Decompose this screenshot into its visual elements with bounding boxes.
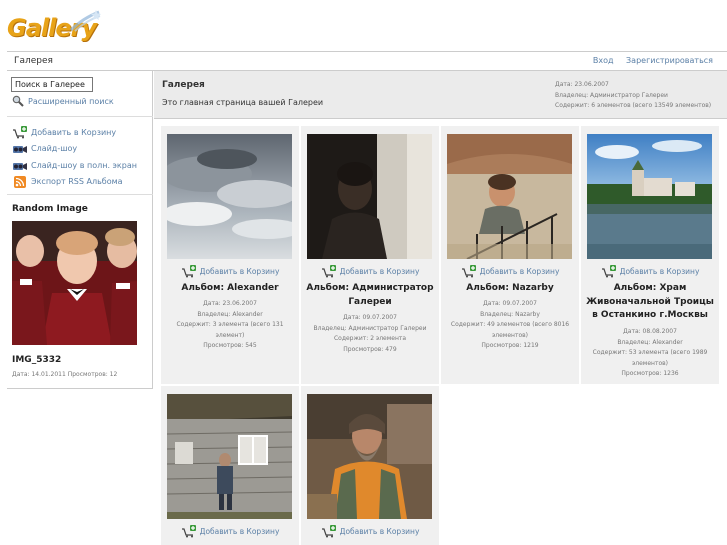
album-owner: Владелец: Администратор Галереи	[313, 324, 427, 332]
gallery-info: Дата: 23.06.2007 Владелец: Администратор…	[555, 80, 711, 112]
cart-add-icon	[461, 265, 476, 278]
advanced-search-label: Расширенный поиск	[28, 96, 114, 106]
album-contents: Содержит: 3 элемента (всего 131 элемент)	[176, 321, 284, 339]
album-card: Добавить в Корзину Альбом: Администратор…	[301, 126, 439, 384]
fullscreen-slideshow-icon	[12, 159, 28, 172]
gallery-description: Это главная страница вашей Галереи	[162, 98, 324, 107]
add-to-cart-link[interactable]: Добавить в Корзину	[161, 525, 299, 538]
random-image-meta: Дата: 14.01.2011 Просмотров: 12	[12, 371, 118, 378]
album-thumbnail[interactable]	[307, 134, 432, 259]
album-thumbnail[interactable]	[167, 134, 292, 259]
gallery-owner: Владелец: Администратор Галереи	[555, 91, 668, 99]
breadcrumb-current[interactable]: Галерея	[14, 56, 53, 66]
album-card: Добавить в Корзину Альбом: Храм Живонача…	[581, 126, 719, 384]
album-date: Дата: 08.08.2007	[623, 328, 677, 335]
album-views: Просмотров: 545	[203, 342, 257, 349]
album-views: Просмотров: 479	[343, 345, 397, 353]
album-thumbnail[interactable]	[587, 134, 712, 259]
album-title[interactable]: Альбом: Nazarby	[445, 282, 575, 296]
album-meta: Дата: 23.06.2007 Владелец: Alexander Сод…	[165, 299, 295, 352]
gallery-header: Галерея Это главная страница вашей Галер…	[154, 71, 727, 119]
auth-links: Вход Зарегистрироваться	[583, 56, 713, 65]
divider	[7, 194, 153, 195]
divider	[7, 116, 153, 117]
logo-sparkle-icon	[69, 10, 101, 32]
random-image-name[interactable]: IMG_5332	[12, 355, 61, 365]
add-to-cart-link[interactable]: Добавить в Корзину	[441, 265, 579, 278]
album-thumbnail[interactable]	[447, 134, 572, 259]
cart-add-icon	[321, 525, 336, 538]
album-contents: Содержит: 49 элементов (всего 8016 элеме…	[450, 321, 570, 339]
sidebar: Расширенный поиск Добавить в Корзину	[7, 71, 153, 389]
album-owner: Владелец: Alexander	[197, 310, 263, 318]
album-thumbnail[interactable]	[307, 394, 432, 519]
album-meta: Дата: 08.08.2007 Владелец: Alexander Сод…	[585, 327, 715, 380]
random-image-thumbnail[interactable]	[12, 221, 137, 345]
slideshow-icon	[12, 142, 28, 155]
advanced-search-link[interactable]: Расширенный поиск	[12, 95, 114, 107]
album-thumbnail[interactable]	[167, 394, 292, 519]
add-to-cart-label: Добавить в Корзину	[339, 267, 420, 276]
sidebar-menu: Добавить в Корзину Слайд-шоу Слайд-шоу в…	[12, 124, 137, 190]
add-to-cart-link[interactable]: Добавить в Корзину	[161, 265, 299, 278]
add-to-cart-link[interactable]: Добавить в Корзину	[301, 265, 439, 278]
magnifier-icon	[12, 95, 24, 107]
album-card: Добавить в Корзину	[301, 386, 439, 545]
sidebar-item-rss-export[interactable]: Экспорт RSS Альбома	[12, 174, 137, 191]
album-meta: Дата: 09.07.2007 Владелец: Nazarby Содер…	[445, 299, 575, 352]
album-owner: Владелец: Nazarby	[480, 310, 540, 318]
album-contents: Содержит: 2 элемента	[333, 335, 407, 342]
album-card: Добавить в Корзину	[161, 386, 299, 545]
sidebar-item-label: Добавить в Корзину	[31, 127, 117, 137]
page-title: Галерея	[162, 80, 205, 90]
cart-add-icon	[12, 125, 28, 139]
top-bar: Галерея Вход Зарегистрироваться	[7, 51, 727, 71]
album-card: Добавить в Корзину Альбом: Nazarby Дата:…	[441, 126, 579, 384]
gallery-date: Дата: 23.06.2007	[555, 81, 609, 88]
album-title[interactable]: Альбом: Храм Живоначальной Троицы в Оста…	[585, 282, 715, 323]
sidebar-item-label: Слайд-шоу в полн. экран	[31, 160, 137, 170]
gallery-logo[interactable]: Gallery	[7, 10, 101, 50]
add-to-cart-label: Добавить в Корзину	[199, 267, 280, 276]
album-title[interactable]: Альбом: Alexander	[165, 282, 295, 296]
cart-add-icon	[181, 265, 196, 278]
album-date: Дата: 23.06.2007	[203, 300, 257, 307]
sidebar-item-label: Экспорт RSS Альбома	[31, 177, 123, 187]
album-views: Просмотров: 1236	[621, 370, 679, 377]
register-link[interactable]: Зарегистрироваться	[626, 56, 713, 65]
gallery-contents: Содержит: 6 элементов (всего 13549 элеме…	[555, 102, 712, 109]
album-card: Добавить в Корзину Альбом: Alexander Дат…	[161, 126, 299, 384]
random-image-title: Random Image	[12, 204, 88, 214]
login-link[interactable]: Вход	[593, 56, 614, 65]
album-views: Просмотров: 1219	[481, 342, 539, 349]
cart-add-icon	[181, 525, 196, 538]
add-to-cart-link[interactable]: Добавить в Корзину	[301, 525, 439, 538]
add-to-cart-label: Добавить в Корзину	[479, 267, 560, 276]
search-input[interactable]	[11, 77, 93, 92]
album-title[interactable]: Альбом: Администратор Галереи	[305, 282, 435, 309]
rss-icon	[12, 175, 28, 188]
cart-add-icon	[321, 265, 336, 278]
album-date: Дата: 09.07.2007	[483, 300, 537, 307]
sidebar-item-label: Слайд-шоу	[31, 144, 78, 154]
add-to-cart-link[interactable]: Добавить в Корзину	[581, 265, 719, 278]
sidebar-item-add-to-cart[interactable]: Добавить в Корзину	[12, 124, 137, 141]
cart-add-icon	[601, 265, 616, 278]
sidebar-item-fullscreen-slideshow[interactable]: Слайд-шоу в полн. экран	[12, 157, 137, 174]
album-date: Дата: 09.07.2007	[343, 314, 397, 321]
album-contents: Содержит: 53 элемента (всего 1989 элемен…	[592, 349, 708, 367]
add-to-cart-label: Добавить в Корзину	[199, 527, 280, 536]
sidebar-item-slideshow[interactable]: Слайд-шоу	[12, 141, 137, 158]
album-owner: Владелец: Alexander	[617, 338, 683, 346]
add-to-cart-label: Добавить в Корзину	[619, 267, 700, 276]
add-to-cart-label: Добавить в Корзину	[339, 527, 420, 536]
album-meta: Дата: 09.07.2007 Владелец: Администратор…	[305, 313, 435, 355]
